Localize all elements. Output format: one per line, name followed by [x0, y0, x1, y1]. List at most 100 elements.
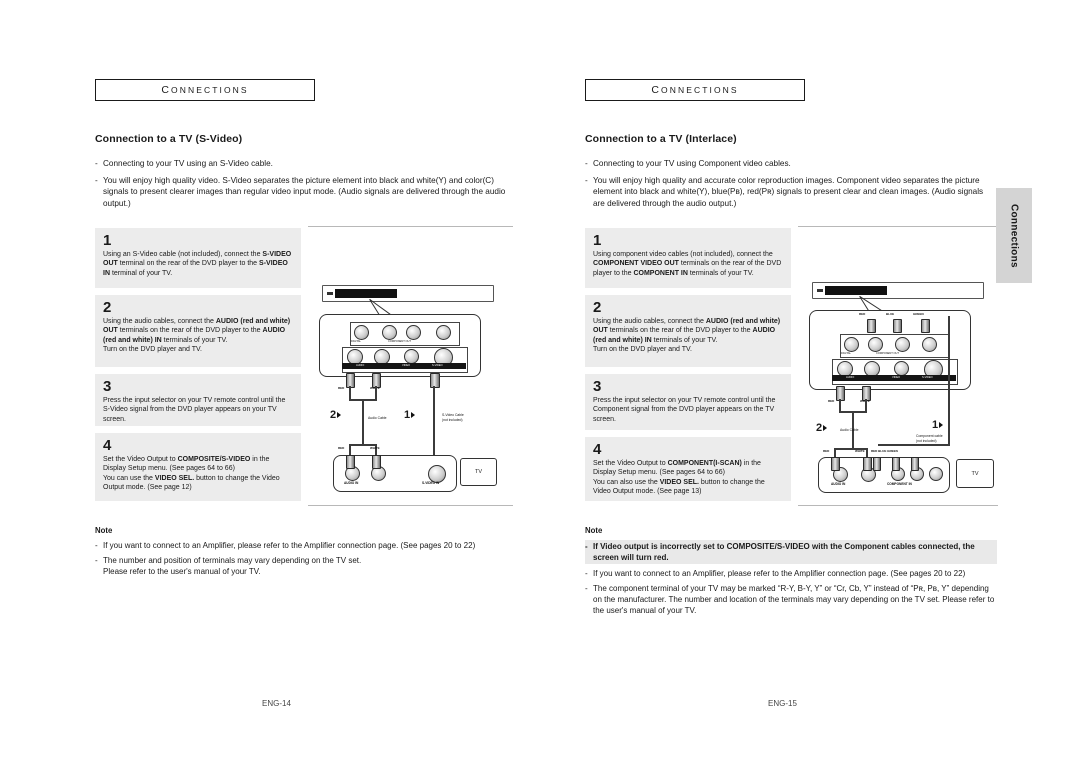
- note-text: If you want to connect to an Amplifier, …: [103, 541, 476, 550]
- label-audio-out: AUDIO: [846, 376, 855, 379]
- vent-marks: [327, 292, 333, 295]
- step-box: 3 Press the input selector on your TV re…: [585, 374, 791, 430]
- video-out-jack: [894, 361, 909, 376]
- tv-label: TV: [474, 469, 483, 475]
- step-marker-1: 1: [404, 409, 416, 421]
- steps-right: 1 Using component video cables (not incl…: [585, 228, 791, 508]
- step-number: 1: [103, 232, 112, 249]
- note-item: - If you want to connect to an Amplifier…: [95, 540, 513, 551]
- tv-label: TV: [971, 470, 979, 477]
- intro-bullet: - You will enjoy high quality and accura…: [585, 175, 997, 209]
- step-marker-arrow: [939, 422, 944, 428]
- chapter-label-right: CONNECTIONS: [651, 84, 739, 96]
- panel-micro-label: ▪ ▪ ▪ ▪▪ ▪ ▪ ▪ ▪: [339, 289, 353, 293]
- step-text: Set the Video Output to COMPOSITE/S-VIDE…: [103, 456, 280, 492]
- component-cable-caption-sub: (not included): [916, 439, 937, 443]
- step-box: 1 Using an S-Video cable (not included),…: [95, 228, 301, 288]
- side-tab-label: Connections: [1008, 203, 1020, 268]
- label-red-component: RED: [859, 312, 866, 316]
- label-green-component: GREEN: [913, 312, 924, 316]
- s-video-cable-caption: S-Video Cable: [442, 413, 464, 417]
- note-text: The number and position of terminals may…: [103, 556, 362, 576]
- label-blue-component: BLUE: [886, 312, 895, 316]
- note-heading: Note: [95, 526, 113, 535]
- tv-component-in-y-jack: [929, 467, 943, 481]
- step-box: 2 Using the audio cables, connect the AU…: [95, 295, 301, 367]
- bullet-dash: -: [585, 176, 588, 186]
- intro-right: - Connecting to your TV using Component …: [585, 158, 997, 215]
- step-marker-2-num: 2: [330, 409, 337, 421]
- side-tab-connections: Connections: [996, 188, 1032, 283]
- step-text: Set the Video Output to COMPONENT(I-SCAN…: [593, 460, 765, 496]
- red-audio-plug-in: [831, 457, 840, 471]
- step-text: Using the audio cables, connect the AUDI…: [593, 318, 781, 354]
- note-dash: -: [95, 556, 98, 565]
- step-marker-2: 2: [816, 422, 828, 434]
- component-out-jack-pb: [895, 337, 910, 352]
- video-out-jack: [404, 349, 419, 364]
- step-marker-arrow: [411, 412, 416, 418]
- note-item: - The component terminal of your TV may …: [585, 583, 997, 616]
- note-text: If Video output is incorrectly set to CO…: [593, 542, 975, 562]
- step-box: 4 Set the Video Output to COMPOSITE/S-VI…: [95, 433, 301, 501]
- bullet-dash: -: [585, 159, 588, 168]
- label-red-in: RED: [338, 446, 345, 450]
- note-item-highlight: - If Video output is incorrectly set to …: [585, 540, 997, 564]
- note-left: Note - If you want to connect to an Ampl…: [95, 525, 513, 581]
- label-audio-out: AUDIO: [356, 364, 365, 367]
- green-component-plug-in: [911, 457, 919, 471]
- intro-text: You will enjoy high quality and accurate…: [593, 176, 984, 208]
- intro-text: Connecting to your TV using Component vi…: [593, 159, 791, 168]
- intro-bullet: - Connecting to your TV using an S-Video…: [95, 158, 513, 169]
- digital-audio-out-jack: [844, 337, 859, 352]
- step-number: 3: [593, 378, 602, 395]
- step-number: 1: [593, 232, 602, 249]
- chapter-box-left: CONNECTIONS: [95, 79, 315, 101]
- note-dash: -: [95, 541, 98, 550]
- step-text: Using the audio cables, connect the AUDI…: [103, 318, 291, 354]
- step-number: 4: [103, 437, 112, 454]
- component-out-jack-y: [922, 337, 937, 352]
- step-box: 3 Press the input selector on your TV re…: [95, 374, 301, 426]
- page-left: CONNECTIONS Connection to a TV (S-Video)…: [0, 0, 540, 783]
- step-marker-1-num: 1: [932, 419, 939, 431]
- white-audio-plug-in: [863, 457, 872, 471]
- chapter-label-left: CONNECTIONS: [161, 84, 249, 96]
- section-title-left: Connection to a TV (S-Video): [95, 133, 243, 145]
- label-s-video-out: S-VIDEO: [922, 376, 933, 379]
- label-video-out: VIDEO: [892, 376, 901, 379]
- blue-component-plug-out: [893, 319, 902, 333]
- digital-audio-out-jack: [354, 325, 369, 340]
- label-red-in: RED: [823, 449, 830, 453]
- component-cable-caption: Component cable: [916, 434, 943, 438]
- note-heading: Note: [585, 526, 603, 535]
- label-video-out: VIDEO: [402, 364, 411, 367]
- audio-cable-trunk: [362, 399, 364, 445]
- red-audio-plug-out: [836, 386, 845, 401]
- label-red-out: RED: [338, 386, 345, 390]
- tv-label-s-video-in: S-VIDEO IN: [422, 481, 440, 485]
- note-dash: -: [585, 569, 588, 578]
- note-item: - The number and position of terminals m…: [95, 555, 513, 577]
- chapter-box-right: CONNECTIONS: [585, 79, 805, 101]
- step-marker-2: 2: [330, 409, 342, 421]
- step-text: Press the input selector on your TV remo…: [593, 397, 776, 423]
- step-marker-1-num: 1: [404, 409, 411, 421]
- steps-left: 1 Using an S-Video cable (not included),…: [95, 228, 301, 508]
- component-cable-trunk: [948, 316, 950, 446]
- label-component-out: COMPONENT OUT: [388, 340, 412, 343]
- component-out-jack-pr: [382, 325, 397, 340]
- step-marker-2-num: 2: [816, 422, 823, 434]
- page-right: CONNECTIONS Connection to a TV (Interlac…: [540, 0, 1080, 783]
- footer-left: ENG-14: [262, 699, 291, 708]
- step-number: 2: [103, 299, 112, 316]
- label-digital-audio-out: DIGITAL: [841, 352, 851, 355]
- note-dash: -: [585, 542, 588, 551]
- tv-label-audio-in: AUDIO IN: [344, 481, 359, 485]
- step-number: 3: [103, 378, 112, 395]
- label-white-in: WHITE: [370, 446, 380, 450]
- label-white-in: WHITE: [855, 449, 865, 453]
- note-dash: -: [585, 584, 588, 593]
- s-video-cable-caption-sub: (not included): [442, 418, 463, 422]
- audio-cable-caption: Audio Cable: [368, 416, 387, 420]
